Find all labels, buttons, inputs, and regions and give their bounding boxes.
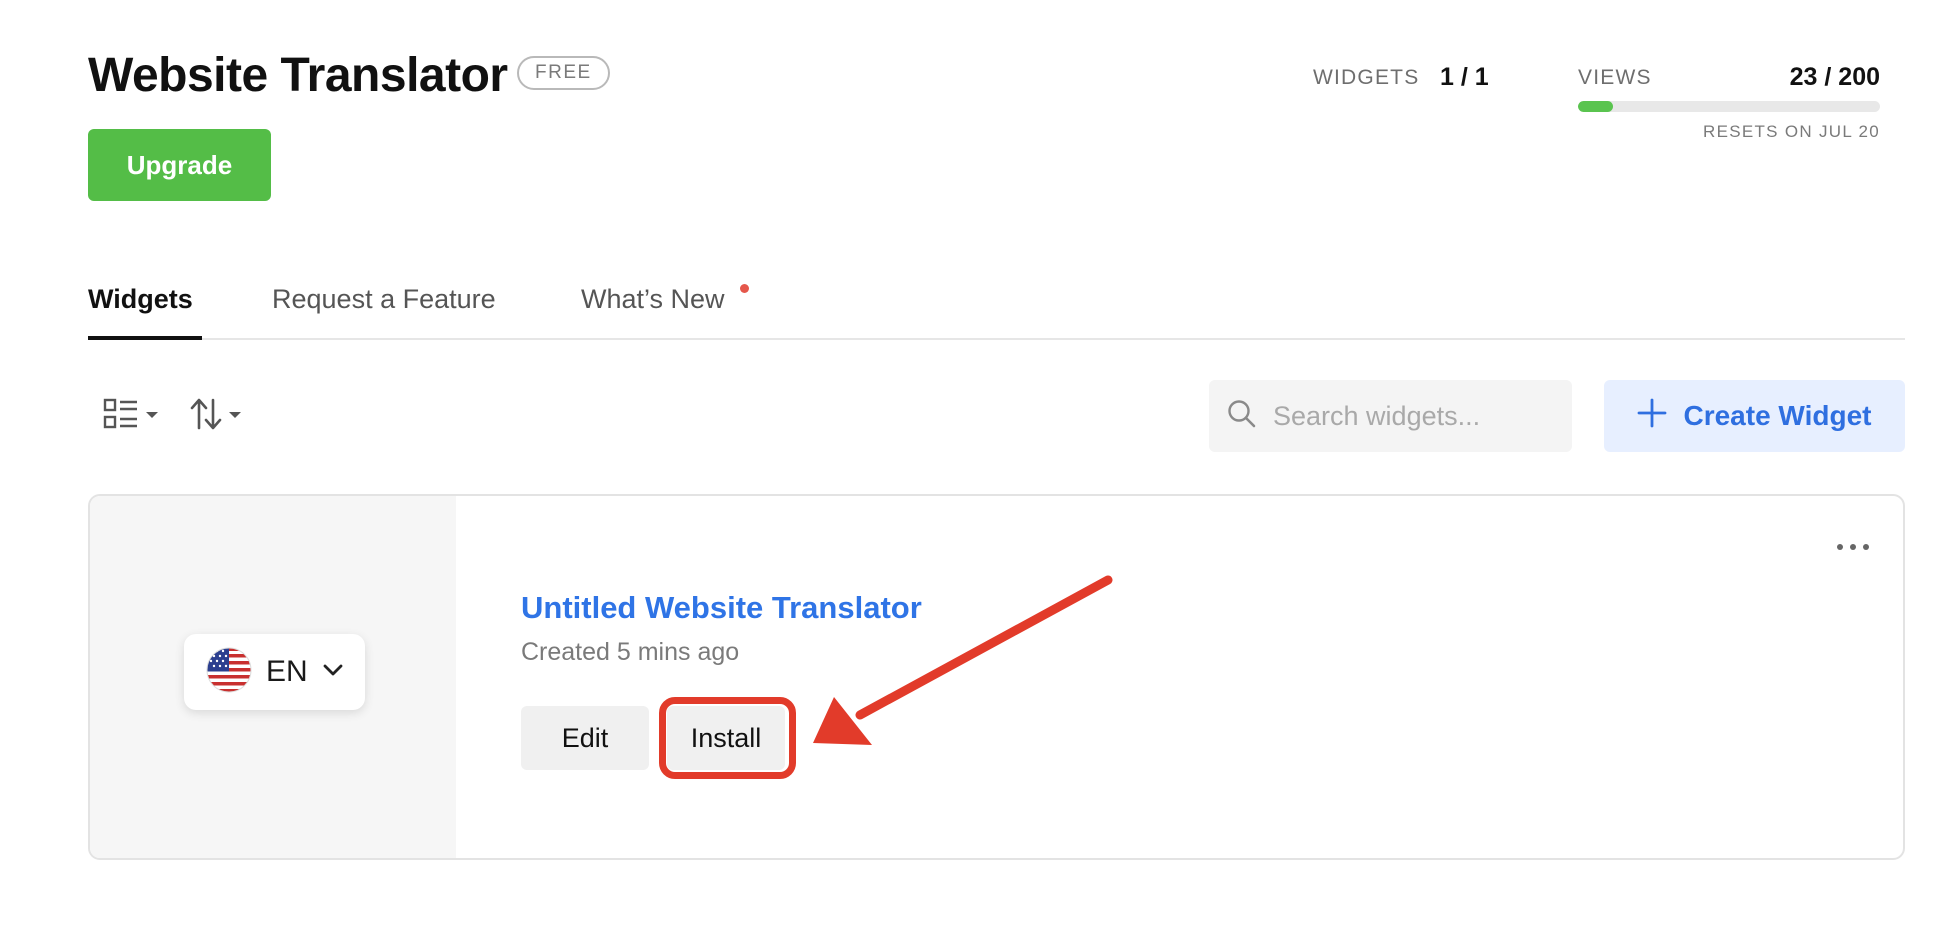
notification-dot [740, 284, 749, 293]
sort-arrows-icon [190, 397, 222, 436]
page-title: Website Translator [88, 49, 508, 102]
views-progress-bar [1578, 101, 1880, 112]
tab-widgets[interactable]: Widgets [88, 284, 202, 340]
widgets-stat-value: 1 / 1 [1440, 63, 1489, 91]
widget-name-link[interactable]: Untitled Website Translator [521, 590, 922, 626]
caret-down-icon [228, 407, 242, 425]
search-box[interactable] [1209, 380, 1572, 452]
search-input[interactable] [1273, 400, 1553, 432]
language-switcher-preview[interactable]: EN [184, 634, 365, 710]
page: Website Translator FREE Upgrade WIDGETS … [0, 0, 1936, 928]
grid-list-icon [103, 397, 139, 436]
create-widget-button[interactable]: Create Widget [1604, 380, 1905, 452]
plus-icon [1637, 398, 1667, 435]
plan-badge: FREE [517, 56, 610, 90]
views-stat-label: VIEWS [1578, 66, 1652, 89]
create-widget-label: Create Widget [1683, 400, 1872, 431]
resets-text: RESETS ON JUL 20 [1703, 122, 1880, 141]
widget-card: EN Untitled Website Translator Created 5… [88, 494, 1905, 860]
tab-bar: Widgets Request a Feature What’s New [88, 284, 1905, 340]
view-toggle-button[interactable] [103, 394, 159, 438]
upgrade-button[interactable]: Upgrade [88, 129, 271, 201]
install-button[interactable]: Install [667, 706, 785, 770]
widget-created-time: Created 5 mins ago [521, 638, 740, 666]
sort-button[interactable] [190, 394, 242, 438]
search-icon [1227, 399, 1257, 434]
us-flag-icon [206, 647, 252, 698]
chevron-down-icon [322, 663, 344, 682]
widget-preview: EN [90, 496, 456, 858]
caret-down-icon [145, 407, 159, 425]
more-dots-icon [1836, 538, 1870, 556]
views-progress-fill [1578, 101, 1613, 112]
language-code: EN [266, 655, 308, 688]
tab-request-feature[interactable]: Request a Feature [272, 284, 496, 340]
edit-button[interactable]: Edit [521, 706, 649, 770]
widgets-stat-label: WIDGETS [1313, 66, 1420, 89]
views-stat-value: 23 / 200 [1789, 63, 1880, 91]
tab-whats-new[interactable]: What’s New [581, 284, 725, 340]
more-options-button[interactable] [1833, 532, 1873, 562]
